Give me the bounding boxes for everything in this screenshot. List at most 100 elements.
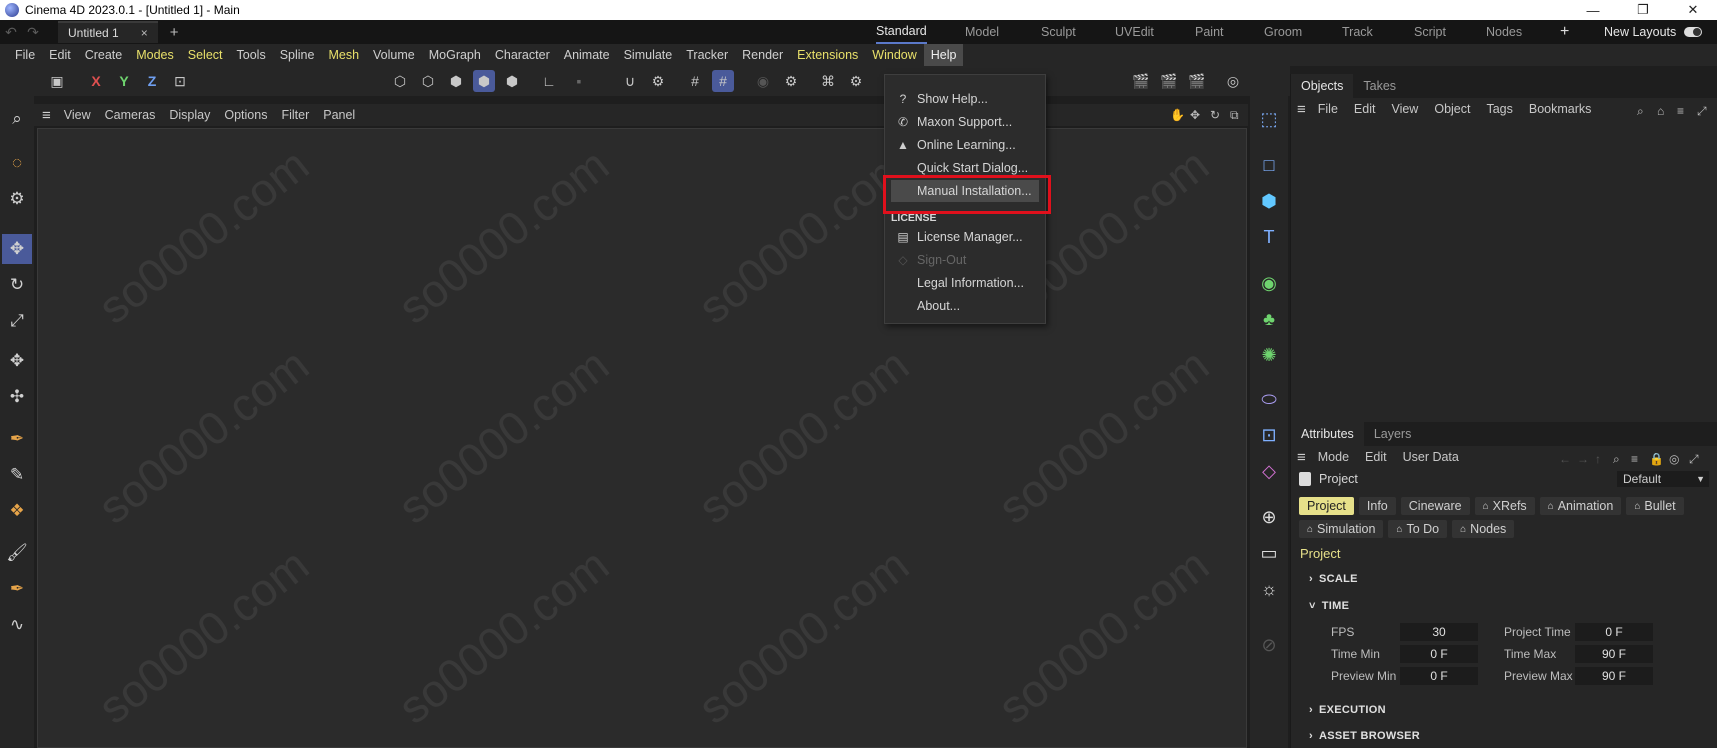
expand-panel-icon[interactable]: ⤢ (1697, 104, 1707, 119)
target-icon[interactable]: ◎ (1669, 452, 1679, 466)
spline-sketch-icon[interactable]: ✎ (2, 460, 32, 490)
chip-cineware[interactable]: Cineware (1400, 497, 1470, 515)
restore-icon[interactable]: ❐ (1620, 0, 1666, 20)
viewport-menu-cameras[interactable]: Cameras (98, 108, 163, 122)
add-layout-icon[interactable]: + (1560, 20, 1569, 44)
generator-icon[interactable]: ◉ (1254, 268, 1284, 298)
camera-object-icon[interactable]: ⬚ (1254, 104, 1284, 134)
viewport-menu-filter[interactable]: Filter (274, 108, 316, 122)
menu-edit[interactable]: Edit (42, 44, 78, 66)
section-time[interactable]: ˅ TIME (1309, 600, 1349, 612)
tab-objects[interactable]: Objects (1291, 74, 1354, 98)
menu-window[interactable]: Window (865, 44, 923, 66)
axis-mode-icon[interactable]: ∟ (538, 70, 560, 92)
layout-tab-uvedit[interactable]: UVEdit (1115, 20, 1154, 44)
hamburger-menu-icon[interactable]: ≡ (1297, 101, 1306, 118)
objects-menu-view[interactable]: View (1383, 102, 1426, 116)
menu-modes[interactable]: Modes (129, 44, 181, 66)
cloner-icon[interactable]: ♣ (1254, 304, 1284, 334)
chip-nodes[interactable]: ⌂ Nodes (1452, 520, 1515, 538)
rotate-tool-icon[interactable]: ↻ (2, 270, 32, 300)
time-max-field[interactable]: 90 F (1575, 645, 1653, 663)
menu-mograph[interactable]: MoGraph (422, 44, 488, 66)
menu-help[interactable]: Help (923, 44, 964, 66)
clapper-render-icon[interactable]: 🎬 (1158, 70, 1180, 92)
fps-field[interactable]: 30 (1400, 623, 1478, 641)
section-execution[interactable]: › EXECUTION (1309, 704, 1386, 716)
home-icon[interactable]: ⌂ (1657, 104, 1664, 118)
chip-todo[interactable]: ⌂ To Do (1388, 520, 1448, 538)
menu-volume[interactable]: Volume (366, 44, 422, 66)
live-selection-icon[interactable]: ◌ (2, 148, 32, 178)
edges-mode-icon[interactable]: ⬡ (417, 70, 439, 92)
chip-xrefs[interactable]: ⌂ XRefs (1474, 497, 1535, 515)
snap-settings-icon[interactable]: ⚙ (647, 70, 669, 92)
help-item-license-manager[interactable]: ▤ License Manager... (885, 226, 1045, 248)
clapper-render-view-icon[interactable]: 🎬 (1130, 70, 1152, 92)
tweak-mode-icon[interactable]: ▪ (568, 70, 590, 92)
menu-create[interactable]: Create (78, 44, 130, 66)
polygons-mode-icon[interactable]: ⬢ (445, 70, 467, 92)
viewport-menu-display[interactable]: Display (162, 108, 217, 122)
document-tab[interactable]: Untitled 1 × (58, 21, 158, 43)
tab-takes[interactable]: Takes (1353, 74, 1406, 98)
section-scale[interactable]: › SCALE (1309, 573, 1358, 585)
search-icon[interactable]: ⌕ (2, 104, 32, 134)
model-mode-icon[interactable]: ▣ (46, 70, 68, 92)
x-axis-toggle[interactable]: X (85, 70, 107, 92)
lock-icon[interactable]: 🔒 (1649, 452, 1664, 466)
clapper-settings-icon[interactable]: 🎬 (1186, 70, 1208, 92)
y-axis-toggle[interactable]: Y (113, 70, 135, 92)
object-mode-icon[interactable]: ⬢ (473, 70, 495, 92)
deformer-icon[interactable]: ⬭ (1254, 384, 1284, 414)
layout-tab-script[interactable]: Script (1414, 20, 1446, 44)
minimize-icon[interactable]: — (1570, 0, 1616, 20)
effector-icon[interactable]: ✺ (1254, 340, 1284, 370)
render-settings-gear-icon[interactable]: ⚙ (780, 70, 802, 92)
back-arrow-icon[interactable]: ← (1559, 452, 1571, 466)
objects-menu-edit[interactable]: Edit (1346, 102, 1384, 116)
chip-simulation[interactable]: ⌂ Simulation (1299, 520, 1384, 538)
help-item-show-help[interactable]: ? Show Help... (885, 88, 1045, 110)
viewport-menu-options[interactable]: Options (217, 108, 274, 122)
layout-tab-nodes[interactable]: Nodes (1486, 20, 1522, 44)
layout-tab-track[interactable]: Track (1342, 20, 1373, 44)
spline-pen-icon[interactable]: ✒ (2, 424, 32, 454)
preview-min-field[interactable]: 0 F (1400, 667, 1478, 685)
3d-viewport[interactable]: so0000.com so0000.com so0000.com so0000.… (37, 128, 1247, 748)
snap-magnet-icon[interactable]: ∪ (619, 70, 641, 92)
tab-layers[interactable]: Layers (1364, 422, 1422, 446)
help-item-legal-information[interactable]: Legal Information... (885, 272, 1045, 294)
points-mode-icon[interactable]: ⬡ (389, 70, 411, 92)
light-icon[interactable]: ☼ (1254, 574, 1284, 604)
layout-tab-model[interactable]: Model (965, 20, 999, 44)
objects-menu-object[interactable]: Object (1426, 102, 1478, 116)
search-icon[interactable]: ⌕ (1613, 452, 1620, 467)
maximize-view-icon[interactable]: ⧉ (1230, 108, 1239, 123)
hamburger-menu-icon[interactable]: ≡ (42, 107, 51, 124)
layout-tab-standard[interactable]: Standard (876, 20, 927, 44)
viewport-menu-view[interactable]: View (57, 108, 98, 122)
expand-panel-icon[interactable]: ⤢ (1689, 452, 1699, 467)
field-icon[interactable]: ⊡ (1254, 420, 1284, 450)
lock-workplane-icon[interactable]: ◉ (752, 70, 774, 92)
layout-tab-groom[interactable]: Groom (1264, 20, 1302, 44)
null-object-icon[interactable]: □ (1254, 150, 1284, 180)
menu-tools[interactable]: Tools (230, 44, 273, 66)
text-spline-icon[interactable]: T (1254, 222, 1284, 252)
objects-menu-tags[interactable]: Tags (1478, 102, 1520, 116)
menu-simulate[interactable]: Simulate (617, 44, 680, 66)
objects-menu-file[interactable]: File (1310, 102, 1346, 116)
pen-tool-icon[interactable]: ✒ (2, 574, 32, 604)
viewport-menu-panel[interactable]: Panel (316, 108, 362, 122)
grid-snap-icon[interactable]: # (684, 70, 706, 92)
new-layouts-toggle[interactable]: New Layouts (1604, 20, 1703, 44)
attributes-menu-mode[interactable]: Mode (1310, 450, 1357, 464)
menu-spline[interactable]: Spline (273, 44, 322, 66)
preset-dropdown[interactable]: Default ▼ (1617, 471, 1709, 487)
move-tool-icon[interactable]: ✥ (2, 234, 32, 264)
menu-character[interactable]: Character (488, 44, 557, 66)
help-item-maxon-support[interactable]: ✆ Maxon Support... (885, 111, 1045, 133)
menu-extensions[interactable]: Extensions (790, 44, 865, 66)
coordinate-system-icon[interactable]: ⊡ (169, 70, 191, 92)
